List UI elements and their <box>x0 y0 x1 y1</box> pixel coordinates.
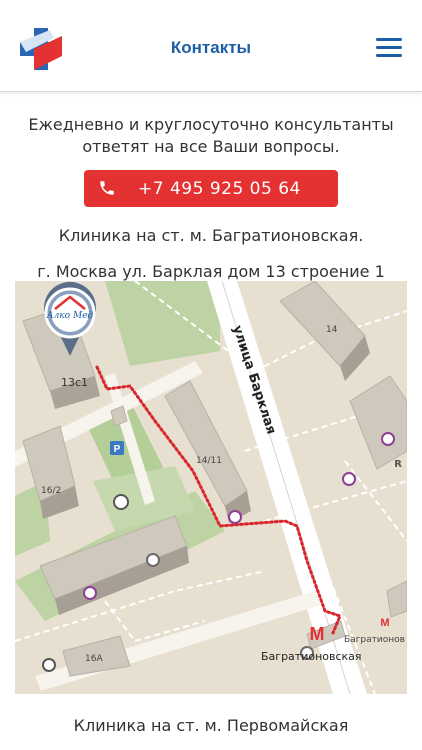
hamburger-menu-icon[interactable] <box>376 38 402 58</box>
phone-icon <box>100 181 114 195</box>
svg-text:P: P <box>114 444 121 455</box>
metro-icon-small: M <box>380 617 389 629</box>
map-edge-label: R <box>394 459 402 470</box>
building-label: 14 <box>326 325 338 335</box>
metro-station-label-cut: Багратионов <box>344 635 405 645</box>
building-label: 14/11 <box>196 456 222 466</box>
building-label: 16/2 <box>41 486 61 496</box>
phone-number: +7 495 925 05 64 <box>138 179 301 199</box>
building-label: 16А <box>85 654 103 664</box>
intro-line-1: Ежедневно и круглосуточно консультанты <box>28 115 394 134</box>
intro-text: Ежедневно и круглосуточно консультанты о… <box>10 114 412 158</box>
metro-station-label: Багратионовская <box>261 650 362 663</box>
page-title: Контакты <box>170 38 252 57</box>
map-canvas: P M M улица Барклая 14 14/11 16/2 16А 13… <box>15 281 407 694</box>
intro-line-2: ответят на все Ваши вопросы. <box>82 137 340 156</box>
marker-brand-text: Алко Мед <box>46 311 94 321</box>
clinic-1-address: г. Москва ул. Барклая дом 13 строение 1 <box>37 262 385 281</box>
metro-icon: M <box>310 624 325 644</box>
building-label-clinic: 13с1 <box>61 376 88 389</box>
call-phone-button[interactable]: +7 495 925 05 64 <box>84 170 338 207</box>
clinic-2-title: Клиника на ст. м. Первомайская <box>73 716 349 735</box>
app-header: Контакты <box>0 0 422 92</box>
clinic-1-map[interactable]: P M M улица Барклая 14 14/11 16/2 16А 13… <box>15 281 407 694</box>
clinic-1-title: Клиника на ст. м. Багратионовская. <box>58 226 364 245</box>
